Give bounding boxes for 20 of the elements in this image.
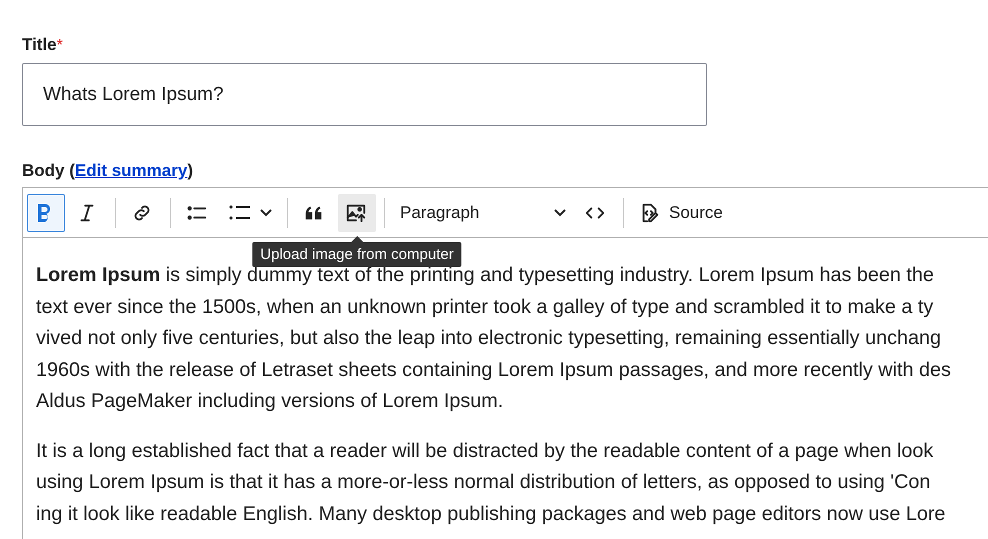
text-line: It is a long established fact that a reader will be distracted by the readable content of a page when look bbox=[36, 438, 934, 464]
title-label: Title bbox=[22, 34, 57, 56]
text-line: text ever since the 1500s, when an unknown printer took a galley of type and scrambled it to make a ty bbox=[36, 294, 934, 320]
required-mark: * bbox=[56, 36, 63, 56]
title-input[interactable]: Whats Lorem Ipsum? bbox=[22, 63, 707, 126]
text-line: ing it look like readable English. Many desktop publishing packages and web page editors now use Lore bbox=[36, 502, 946, 526]
bold-button[interactable] bbox=[27, 194, 65, 232]
paragraph-dropdown[interactable]: Paragraph bbox=[393, 194, 573, 232]
text-line: vived not only five centuries, but also the leap into electronic typesetting, remaining essentially unchang bbox=[36, 326, 942, 351]
image-button[interactable] bbox=[338, 194, 376, 232]
caret-icon bbox=[554, 208, 566, 216]
body-label: Body ( bbox=[22, 160, 75, 182]
caret-icon bbox=[260, 208, 272, 216]
source-button[interactable]: Source bbox=[632, 194, 730, 232]
text-line: 1960s with the release of Letraset sheets containing Lorem Ipsum passages, and more recently with des bbox=[36, 358, 952, 382]
body-label-end: ) bbox=[187, 160, 193, 182]
edit-summary-link[interactable]: Edit summary bbox=[74, 160, 188, 182]
tooltip: Upload image from computer bbox=[252, 236, 462, 266]
text-line: Aldus PageMaker including versions of Lorem Ipsum. bbox=[36, 389, 504, 414]
text-line: using Lorem Ipsum is that it has a more-or-less normal distribution of letters, as opposed to using 'Con bbox=[36, 470, 932, 495]
